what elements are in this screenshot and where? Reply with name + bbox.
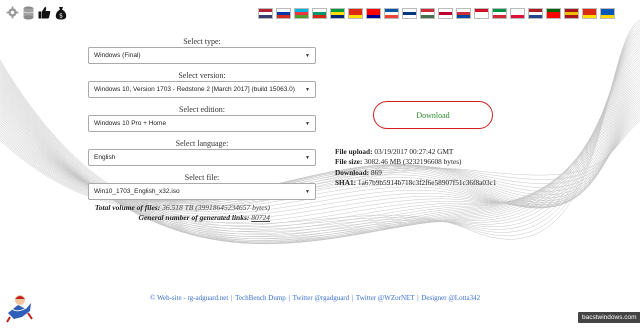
footer-link-twitter-wzornet[interactable]: Twitter @WZorNET <box>356 294 415 302</box>
footer-links: © Web-site - rg-adguard.net | TechBench … <box>150 294 480 302</box>
flag-us-icon[interactable] <box>258 8 273 19</box>
download-count-value: 869 <box>370 167 382 177</box>
money-bag-icon[interactable]: $ <box>54 5 67 20</box>
flag-es-icon[interactable] <box>564 8 579 19</box>
sha1-row: SHA1: 1a67b9b5914b718c3f2f6e58907f51c36f… <box>335 178 497 188</box>
total-volume-value: 36.518 TB (39918645234657 bytes) <box>162 203 270 212</box>
file-upload-label: File upload: <box>335 147 373 156</box>
svg-text:$: $ <box>59 12 63 19</box>
generated-links-label: General number of generated links: <box>138 213 250 222</box>
database-icon[interactable] <box>22 5 35 20</box>
chevron-down-icon: ▼ <box>305 188 310 195</box>
select-edition[interactable]: Windows 10 Pro + Home ▼ <box>88 115 316 132</box>
download-count-row: Download: 869 <box>335 168 497 178</box>
file-info: File upload: 03/19/2017 00:27:42 GMT Fil… <box>335 147 497 189</box>
file-size-value: 3082.46 MB (3232196608 bytes) <box>364 157 462 167</box>
select-language-label: Select language: <box>175 139 229 148</box>
footer-link-twitter-rgadguard[interactable]: Twitter @rgadguard <box>293 294 350 302</box>
footer-link-techbench[interactable]: TechBench Dump <box>235 294 286 302</box>
flag-bg-icon[interactable] <box>312 8 327 19</box>
flag-nl-icon[interactable] <box>528 8 543 19</box>
flag-fi-icon[interactable] <box>402 8 417 19</box>
footer-separator: | <box>288 294 290 302</box>
file-size-label: File size: <box>335 157 363 167</box>
sha1-value: 1a67b9b5914b718c3f2f6e58907f51c36f8a03c1 <box>357 178 497 188</box>
flag-fr-icon[interactable] <box>384 8 399 19</box>
totals: Total volume of files: 36.518 TB (399186… <box>88 203 270 223</box>
generated-links-value[interactable]: 80724 <box>251 213 270 222</box>
generated-links: General number of generated links: 80724 <box>88 213 270 223</box>
select-edition-value: Windows 10 Pro + Home <box>94 120 167 127</box>
select-file[interactable]: Win10_1703_English_x32.iso ▼ <box>88 183 316 200</box>
select-language[interactable]: English ▼ <box>88 149 316 166</box>
language-flags <box>258 8 615 19</box>
flag-jp-icon[interactable] <box>438 8 453 19</box>
flag-br-icon[interactable] <box>330 8 345 19</box>
flag-hu-icon[interactable] <box>420 8 435 19</box>
flag-ua-icon[interactable] <box>600 8 615 19</box>
select-edition-label: Select edition: <box>179 105 225 114</box>
flag-id-icon[interactable] <box>474 8 489 19</box>
select-language-value: English <box>94 154 116 161</box>
flag-pl-icon[interactable] <box>510 8 525 19</box>
chevron-down-icon: ▼ <box>305 120 310 127</box>
chevron-down-icon: ▼ <box>305 154 310 161</box>
flag-az-icon[interactable] <box>294 8 309 19</box>
footer-separator: | <box>351 294 354 302</box>
select-file-value: Win10_1703_English_x32.iso <box>94 188 180 195</box>
select-version-value: Windows 10, Version 1703 - Redstone 2 [M… <box>94 86 295 93</box>
mascot-logo <box>4 291 34 323</box>
select-file-label: Select file: <box>184 173 220 182</box>
file-upload-row: File upload: 03/19/2017 00:27:42 GMT <box>335 147 497 157</box>
file-size-row: File size: 3082.46 MB (3232196608 bytes) <box>335 157 497 167</box>
total-volume: Total volume of files: 36.518 TB (399186… <box>88 203 270 213</box>
select-type-label: Select type: <box>183 37 221 46</box>
download-count-label: Download: <box>335 167 370 177</box>
chevron-down-icon: ▼ <box>305 86 310 93</box>
flag-kr-icon[interactable] <box>456 8 471 19</box>
flag-pt-icon[interactable] <box>546 8 561 19</box>
toolbar: $ <box>6 5 67 20</box>
flag-cn2-icon[interactable] <box>582 8 597 19</box>
select-type[interactable]: Windows (Final) ▼ <box>88 47 316 64</box>
flag-tw-icon[interactable] <box>366 8 381 19</box>
flag-ru-icon[interactable] <box>276 8 291 19</box>
download-button[interactable]: Download <box>373 101 493 129</box>
footer-link-designer[interactable]: Designer @Lotta342 <box>421 294 480 302</box>
sha1-label: SHA1: <box>335 178 357 188</box>
file-upload-value: 03/19/2017 00:27:42 GMT <box>374 147 454 156</box>
footer-link-website[interactable]: © Web-site - rg-adguard.net <box>150 294 228 302</box>
watermark-badge: bacstwindows.com <box>578 312 640 323</box>
chevron-down-icon: ▼ <box>305 52 310 59</box>
select-version-label: Select version: <box>178 71 226 80</box>
total-volume-label: Total volume of files: <box>94 203 161 212</box>
thumbs-up-icon[interactable] <box>38 5 51 20</box>
footer-separator: | <box>417 294 419 302</box>
gear-icon[interactable] <box>6 5 19 20</box>
select-version[interactable]: Windows 10, Version 1703 - Redstone 2 [M… <box>88 81 316 98</box>
flag-cn-icon[interactable] <box>348 8 363 19</box>
flag-it-icon[interactable] <box>492 8 507 19</box>
download-form: Select type: Windows (Final) ▼ Select ve… <box>88 36 316 206</box>
select-type-value: Windows (Final) <box>94 52 141 59</box>
footer-separator: | <box>231 294 233 302</box>
